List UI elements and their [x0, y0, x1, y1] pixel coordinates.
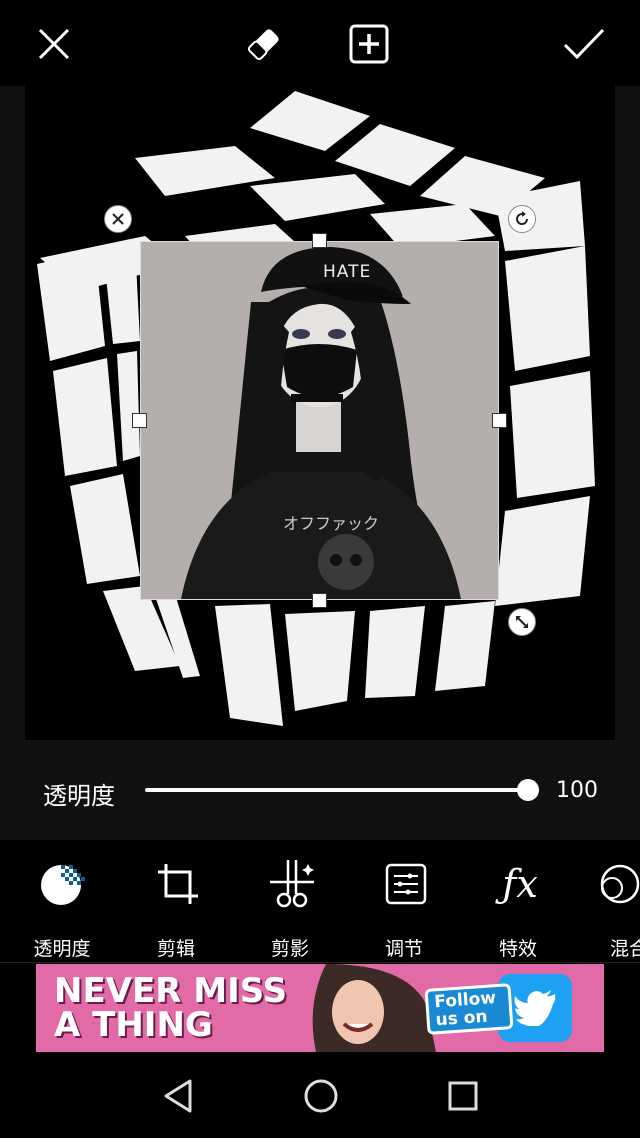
- back-triangle-icon: [164, 1079, 192, 1113]
- cutout-icon: [254, 846, 330, 922]
- crop-icon: [140, 846, 216, 922]
- shirt-text: オフファック: [283, 514, 380, 533]
- adjust-icon: [368, 846, 444, 922]
- opacity-label: 透明度: [43, 782, 115, 810]
- tool-label: 混合: [610, 938, 640, 960]
- ad-person-image: [312, 964, 436, 1052]
- tool-label: 剪影: [270, 938, 309, 960]
- apply-button[interactable]: [560, 20, 608, 68]
- nav-back-button[interactable]: [158, 1076, 198, 1116]
- resize-handle-top[interactable]: [312, 233, 327, 248]
- opacity-slider[interactable]: [145, 779, 539, 801]
- opacity-slider-thumb[interactable]: [517, 779, 539, 801]
- close-button[interactable]: [30, 20, 78, 68]
- tool-opacity[interactable]: 透明度: [12, 846, 112, 960]
- top-toolbar: [0, 0, 640, 86]
- delete-layer-button[interactable]: [104, 205, 132, 233]
- close-icon: [38, 28, 70, 60]
- tool-label: 剪辑: [156, 938, 195, 960]
- opacity-control: 透明度 100: [0, 740, 640, 840]
- resize-handle-bottom[interactable]: [312, 593, 327, 608]
- tool-label: 调节: [384, 938, 423, 960]
- tool-label: 透明度: [33, 938, 91, 960]
- nav-home-button[interactable]: [301, 1076, 341, 1116]
- ad-banner[interactable]: NEVER MISS A THING Follow us on: [36, 964, 604, 1052]
- resize-diagonal-icon: [516, 616, 528, 628]
- editing-canvas[interactable]: HATE オフファック: [25, 86, 615, 740]
- scale-layer-button[interactable]: [508, 608, 536, 636]
- add-layer-icon: [349, 24, 389, 64]
- fx-icon: ƒx: [502, 862, 538, 906]
- divider: [0, 962, 640, 963]
- add-layer-button[interactable]: [345, 20, 393, 68]
- tool-crop[interactable]: 剪辑: [126, 846, 226, 960]
- canvas-area: HATE オフファック: [0, 86, 640, 740]
- resize-handle-left[interactable]: [132, 413, 147, 428]
- rotate-icon: [516, 211, 528, 225]
- tool-cutout[interactable]: 剪影: [240, 846, 340, 960]
- ad-follow-badge: Follow us on: [424, 983, 514, 1035]
- tool-adjust[interactable]: 调节: [354, 846, 454, 960]
- tool-effects[interactable]: ƒx 特效: [468, 846, 568, 960]
- recents-square-icon: [448, 1081, 478, 1111]
- home-circle-icon: [304, 1079, 338, 1113]
- close-icon: [112, 213, 124, 225]
- resize-handle-right[interactable]: [492, 413, 507, 428]
- nav-recents-button[interactable]: [443, 1076, 483, 1116]
- opacity-icon: [26, 846, 102, 922]
- opacity-value: 100: [556, 778, 598, 803]
- tool-blend[interactable]: 混合: [582, 846, 640, 960]
- checkmark-icon: [563, 28, 605, 60]
- system-nav-bar: [0, 1052, 640, 1138]
- rotate-layer-button[interactable]: [508, 205, 536, 233]
- tool-strip: 透明度 剪辑 剪影 调节 ƒx 特效 混合: [0, 840, 640, 962]
- cap-text: HATE: [323, 262, 372, 282]
- tool-label: 特效: [498, 938, 537, 960]
- blend-icon: [596, 846, 640, 922]
- overlay-image[interactable]: HATE オフファック: [140, 241, 499, 600]
- anime-girl-illustration: [181, 247, 461, 599]
- eraser-button[interactable]: [240, 20, 288, 68]
- eraser-icon: [247, 29, 279, 61]
